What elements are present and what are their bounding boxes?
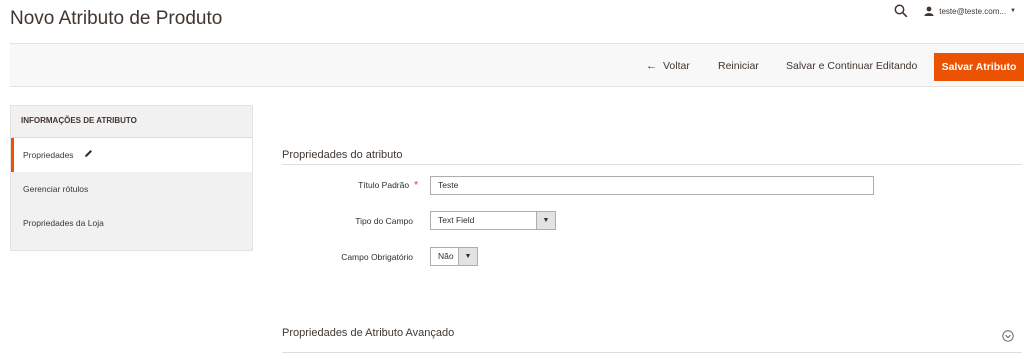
required-value: Não xyxy=(438,251,454,261)
header-actions: teste@teste.com... ▼ xyxy=(894,4,1016,18)
pencil-icon xyxy=(84,139,93,173)
sidebar-item-label: Gerenciar rótulos xyxy=(23,184,89,194)
back-button-label: Voltar xyxy=(663,60,690,72)
advanced-properties-title[interactable]: Propriedades de Atributo Avançado xyxy=(282,327,454,339)
save-attribute-button[interactable]: Salvar Atributo xyxy=(934,53,1024,81)
required-select[interactable]: Não ▼ xyxy=(430,247,478,266)
arrow-left-icon: ← xyxy=(646,60,657,72)
save-and-continue-button[interactable]: Salvar e Continuar Editando xyxy=(786,44,936,88)
user-email: teste@teste.com... xyxy=(939,6,1007,16)
expand-circle-icon[interactable] xyxy=(1002,329,1014,342)
caret-down-icon: ▼ xyxy=(1010,8,1016,14)
default-label-field-label: Título Padrão * xyxy=(258,180,418,191)
sidebar-heading: INFORMAÇÕES DE ATRIBUTO xyxy=(11,106,252,138)
page-actions-bar: ← Voltar Reiniciar Salvar e Continuar Edi… xyxy=(10,43,1024,87)
section-divider xyxy=(282,164,1022,165)
input-type-select[interactable]: Text Field ▼ xyxy=(430,211,556,230)
chevron-down-icon: ▼ xyxy=(458,248,477,265)
sidebar-item-properties[interactable]: Propriedades xyxy=(11,138,252,172)
input-type-value: Text Field xyxy=(438,215,475,225)
sidebar-item-label: Propriedades da Loja xyxy=(23,218,104,228)
user-icon xyxy=(924,6,934,16)
section-title: Propriedades do atributo xyxy=(282,149,403,161)
input-type-label: Tipo do Campo xyxy=(355,216,413,226)
required-asterisk: * xyxy=(414,180,418,191)
default-label-label: Título Padrão xyxy=(358,180,410,190)
chevron-down-icon: ▼ xyxy=(536,212,555,229)
sidebar-item-manage-labels[interactable]: Gerenciar rótulos xyxy=(11,172,252,206)
sidebar-item-label: Propriedades xyxy=(23,150,74,160)
sidebar-item-store-properties[interactable]: Propriedades da Loja xyxy=(11,206,252,240)
search-icon[interactable] xyxy=(894,4,908,18)
user-menu[interactable]: teste@teste.com... ▼ xyxy=(924,6,1016,16)
reset-button[interactable]: Reiniciar xyxy=(718,44,778,88)
advanced-divider xyxy=(282,352,1022,353)
page-title: Novo Atributo de Produto xyxy=(10,8,223,29)
back-button[interactable]: ← Voltar xyxy=(646,44,706,88)
sidebar: INFORMAÇÕES DE ATRIBUTO Propriedades Ger… xyxy=(10,105,253,251)
required-field-label: Campo Obrigatório xyxy=(341,252,413,262)
default-label-input[interactable]: Teste xyxy=(430,176,874,195)
